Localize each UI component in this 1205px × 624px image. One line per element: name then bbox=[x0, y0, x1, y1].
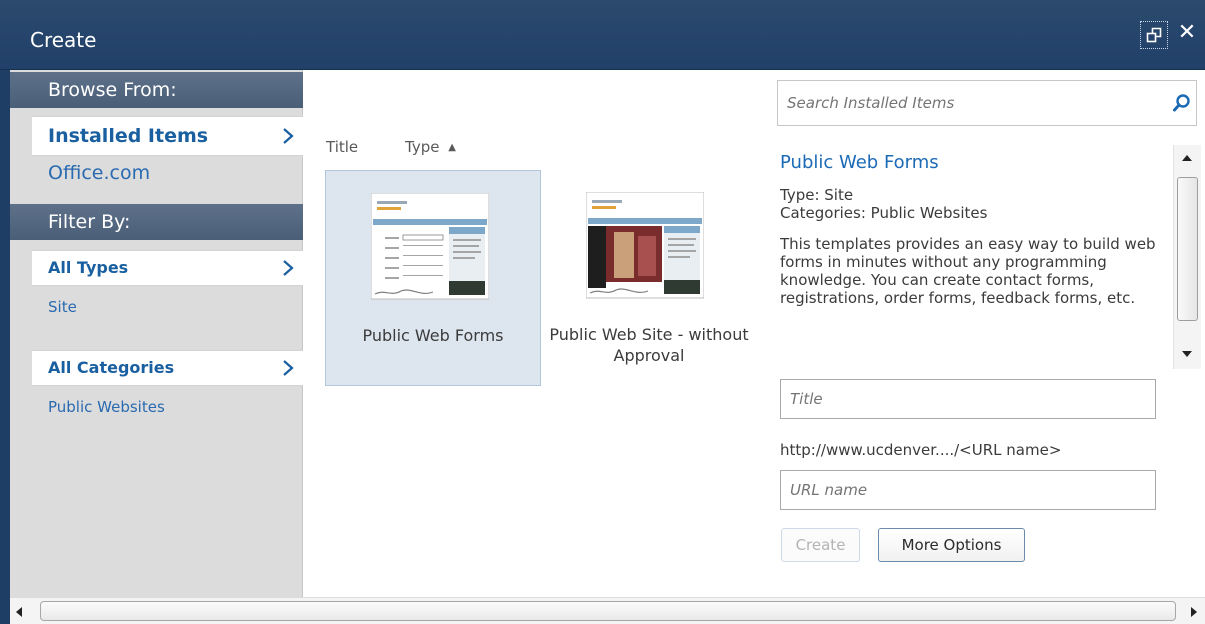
template-details: Public Web Forms Type: Site Categories: … bbox=[780, 145, 1172, 369]
details-title: Public Web Forms bbox=[780, 152, 939, 173]
search-icon[interactable] bbox=[1172, 93, 1192, 113]
dialog-left-border bbox=[0, 70, 10, 624]
scroll-right-arrow-icon[interactable] bbox=[1191, 607, 1197, 617]
template-thumbnail-website bbox=[586, 192, 704, 299]
filter-category-public-websites[interactable]: Public Websites bbox=[48, 398, 165, 416]
filter-by-header: Filter By: bbox=[10, 204, 303, 240]
scroll-down-arrow-icon[interactable] bbox=[1182, 351, 1192, 357]
chevron-right-icon bbox=[283, 360, 294, 376]
title-input[interactable] bbox=[780, 379, 1156, 419]
dialog-title: Create bbox=[30, 28, 97, 52]
horizontal-scrollbar[interactable] bbox=[10, 597, 1205, 624]
details-description: This templates provides an easy way to b… bbox=[780, 235, 1156, 307]
chevron-right-icon bbox=[283, 260, 294, 276]
close-button[interactable]: ✕ bbox=[1176, 20, 1198, 46]
template-thumbnail-forms bbox=[371, 193, 489, 300]
column-header-label: Type bbox=[405, 138, 440, 156]
browse-item-installed[interactable]: Installed Items bbox=[32, 116, 303, 156]
filter-label: All Categories bbox=[48, 358, 175, 377]
filter-all-types[interactable]: All Types bbox=[32, 250, 303, 286]
template-title: Public Web Site - without Approval bbox=[549, 325, 749, 365]
filter-label: All Types bbox=[48, 258, 129, 277]
scrollbar-thumb[interactable] bbox=[1177, 177, 1198, 321]
template-title: Public Web Forms bbox=[362, 326, 504, 345]
browse-item-label: Installed Items bbox=[48, 125, 209, 147]
browse-from-header: Browse From: bbox=[10, 72, 303, 108]
scrollbar-thumb[interactable] bbox=[40, 601, 1176, 621]
restore-window-button[interactable] bbox=[1140, 21, 1168, 49]
scroll-left-arrow-icon[interactable] bbox=[16, 607, 22, 617]
close-icon: ✕ bbox=[1177, 20, 1197, 45]
sort-ascending-icon: ▲ bbox=[448, 142, 456, 153]
template-tile[interactable]: Public Web Site - without Approval bbox=[541, 170, 757, 386]
details-meta: Type: Site Categories: Public Websites bbox=[780, 186, 1172, 222]
details-scrollbar[interactable] bbox=[1173, 145, 1201, 369]
column-header-title[interactable]: Title bbox=[326, 138, 358, 156]
scroll-up-arrow-icon[interactable] bbox=[1182, 155, 1192, 161]
filter-all-categories[interactable]: All Categories bbox=[32, 350, 303, 386]
details-categories: Categories: Public Websites bbox=[780, 204, 988, 222]
restore-window-icon bbox=[1146, 27, 1162, 43]
url-name-input[interactable] bbox=[780, 470, 1156, 510]
more-options-button[interactable]: More Options bbox=[878, 528, 1025, 562]
dialog-titlebar: Create ✕ bbox=[0, 0, 1205, 70]
chevron-right-icon bbox=[283, 128, 294, 144]
column-header-type[interactable]: Type ▲ bbox=[405, 138, 456, 156]
filter-type-site[interactable]: Site bbox=[48, 298, 77, 316]
template-tile[interactable]: Public Web Forms bbox=[325, 170, 541, 386]
url-prefix-label: http://www.ucdenver..../<URL name> bbox=[780, 441, 1062, 459]
search-input[interactable] bbox=[778, 81, 1158, 125]
details-type: Type: Site bbox=[780, 186, 854, 204]
sidebar: Browse From: Installed Items Office.com … bbox=[10, 70, 303, 597]
browse-item-office[interactable]: Office.com bbox=[48, 162, 150, 184]
create-button[interactable]: Create bbox=[781, 528, 860, 562]
search-box bbox=[777, 80, 1197, 126]
